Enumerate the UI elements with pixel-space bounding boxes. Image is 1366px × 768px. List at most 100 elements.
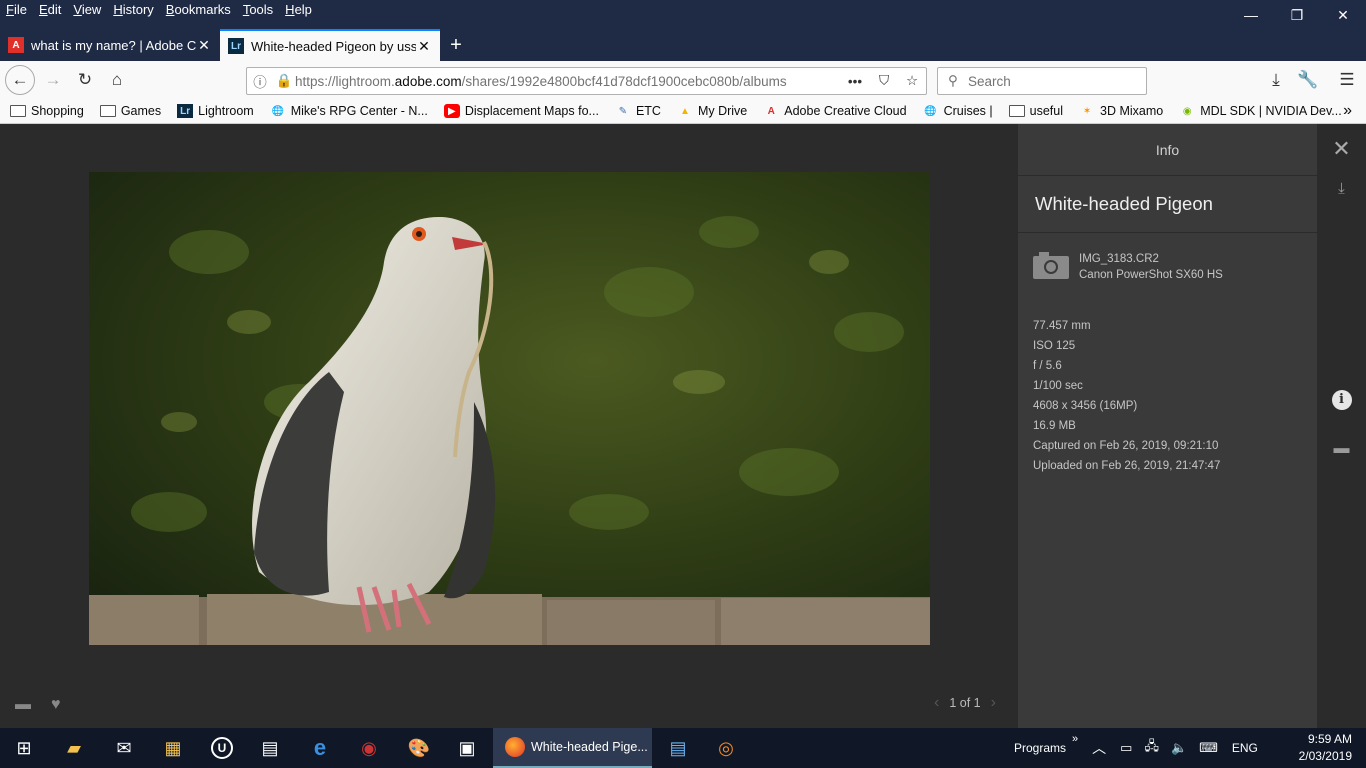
close-window-button[interactable]: ✕ [1320,0,1366,30]
uploaded-date: Uploaded on Feb 26, 2019, 21:47:47 [1033,460,1221,472]
youtube-icon: ▶ [443,104,460,118]
menu-button[interactable]: ☰ [1332,65,1362,95]
menu-history[interactable]: History [107,0,159,22]
wrench-icon: 🔧 [1297,70,1319,89]
folder-icon: ▰ [67,737,81,758]
tab-adobe[interactable]: A what is my name? | Adobe Con ✕ [0,29,220,61]
shutter-speed: 1/100 sec [1033,380,1083,392]
windows-start-button[interactable]: ⊞ [6,728,42,768]
restore-button[interactable]: ❐ [1274,0,1320,30]
close-icon[interactable]: ✕ [1317,136,1366,162]
taskbar-unreal[interactable]: U [204,728,240,768]
device-icon[interactable]: ▭ [1120,740,1132,756]
close-tab-icon[interactable]: ✕ [196,37,212,54]
comment-icon[interactable]: ▬ [1317,440,1366,458]
close-tab-icon[interactable]: ✕ [416,38,432,55]
mail-icon: ✉ [116,737,132,758]
network-icon[interactable]: 🖧 [1144,737,1159,759]
app-icon: ◉ [361,737,377,758]
taskbar-window-title: White-headed Pige... [531,740,648,754]
calendar-icon: ▤ [261,737,279,758]
minimize-button[interactable]: — [1228,0,1274,30]
taskbar-file-explorer[interactable]: ▰ [56,728,92,768]
bookmark-games[interactable]: Games [90,104,167,118]
page-actions-button[interactable]: ••• [840,74,870,89]
keyboard-icon[interactable]: ⌨ [1199,740,1218,756]
url-bar[interactable]: ⓘ 🔒 https://lightroom.adobe.com/shares/1… [246,67,927,95]
dimensions: 4608 x 3456 (16MP) [1033,400,1138,412]
info-icon[interactable]: i [1317,390,1366,410]
reload-button[interactable]: ↻ [70,65,100,95]
arrow-left-icon: ← [11,70,29,89]
menu-view[interactable]: View [67,0,107,22]
heart-icon[interactable]: ♥ [51,696,61,714]
taskbar-calendar[interactable]: ▤ [252,728,288,768]
chevron-up-icon[interactable]: ︿ [1092,738,1106,758]
comment-icon[interactable]: ▬ [15,696,31,714]
developer-button[interactable]: 🔧 [1293,65,1323,95]
volume-icon[interactable]: 🔈 [1171,740,1187,756]
chevron-double-right-icon[interactable]: » [1072,733,1078,745]
taskbar-firefox-window[interactable]: White-headed Pige... [493,728,652,768]
bookmarks-toolbar: Shopping Games Lr Lightroom 🌐 Mike's RPG C… [0,99,1366,124]
taskbar-app-red[interactable]: ◉ [351,728,387,768]
menu-tools[interactable]: Tools [237,0,279,22]
bookmark-mixamo[interactable]: ✶ 3D Mixamo [1069,104,1169,118]
aperture: f / 5.6 [1033,360,1062,372]
search-input[interactable]: ⚲ Search [937,67,1147,95]
info-icon[interactable]: ⓘ [247,71,273,91]
iso: ISO 125 [1033,340,1076,352]
bookmark-mdl-sdk[interactable]: ◉ MDL SDK | NVIDIA Dev... [1169,104,1347,118]
programs-toolbar[interactable]: Programs [1014,741,1066,755]
captured-date: Captured on Feb 26, 2019, 09:21:10 [1033,440,1219,452]
info-panel-header: Info [1018,124,1317,176]
download-icon[interactable]: ⤓ [1317,180,1366,197]
bookmark-etc[interactable]: ✎ ETC [605,104,667,118]
downloads-button[interactable]: ⤓ [1261,65,1291,95]
taskbar-mail[interactable]: ✉ [106,728,142,768]
bookmark-cruises[interactable]: 🌐 Cruises | [913,104,999,118]
bookmark-my-drive[interactable]: ▲ My Drive [667,104,753,118]
taskbar-paint[interactable]: 🎨 [401,728,437,768]
download-icon: ⤓ [1272,70,1280,89]
pocket-icon[interactable]: ⛉ [870,73,898,89]
tab-title: White-headed Pigeon by ussno [251,38,416,54]
file-size: 16.9 MB [1033,420,1076,432]
clock[interactable]: 9:59 AM 2/03/2019 [1299,731,1352,765]
taskbar-monitor[interactable]: ▤ [660,728,696,768]
bookmark-rpg-center[interactable]: 🌐 Mike's RPG Center - N... [260,104,434,118]
taskbar-photos[interactable]: ▣ [449,728,485,768]
star-icon[interactable]: ☆ [898,73,926,89]
new-tab-button[interactable]: + [440,29,472,61]
bookmark-useful[interactable]: useful [999,104,1069,118]
tab-lightroom[interactable]: Lr White-headed Pigeon by ussno ✕ [220,29,440,61]
language-indicator[interactable]: ENG [1232,741,1258,755]
menu-edit[interactable]: Edit [33,0,67,22]
chevron-left-icon[interactable]: ‹ [924,694,949,712]
forward-button[interactable]: → [38,65,68,95]
bookmarks-overflow-button[interactable]: » [1333,102,1358,120]
menu-help[interactable]: Help [279,0,318,22]
home-icon: ⌂ [111,70,123,89]
menu-file[interactable]: File [0,0,33,22]
photo[interactable] [89,172,930,645]
taskbar-blender[interactable]: ◎ [708,728,744,768]
reload-icon: ↻ [77,70,93,89]
bookmark-adobe-cc[interactable]: A Adobe Creative Cloud [753,104,912,118]
bookmark-lightroom[interactable]: Lr Lightroom [167,104,260,118]
lightroom-page: ▬ ♥ ‹ 1 of 1 › Info White-headed Pigeon … [0,124,1366,728]
back-button[interactable]: ← [5,65,35,95]
edge-icon: e [313,735,327,760]
tab-title: what is my name? | Adobe Con [31,37,196,53]
drive-icon: ▲ [680,105,690,117]
menu-bookmarks[interactable]: Bookmarks [160,0,237,22]
taskbar-store[interactable]: ▦ [155,728,191,768]
home-button[interactable]: ⌂ [102,65,132,95]
mixamo-icon: ✶ [1082,105,1092,117]
nvidia-icon: ◉ [1182,105,1192,117]
bookmark-displacement-maps[interactable]: ▶ Displacement Maps fo... [434,104,605,118]
chevron-right-icon[interactable]: › [981,694,1006,712]
taskbar-edge[interactable]: e [302,728,338,768]
bookmark-shopping[interactable]: Shopping [0,104,90,118]
browser-titlebar: File Edit View History Bookmarks Tools H… [0,0,1366,62]
